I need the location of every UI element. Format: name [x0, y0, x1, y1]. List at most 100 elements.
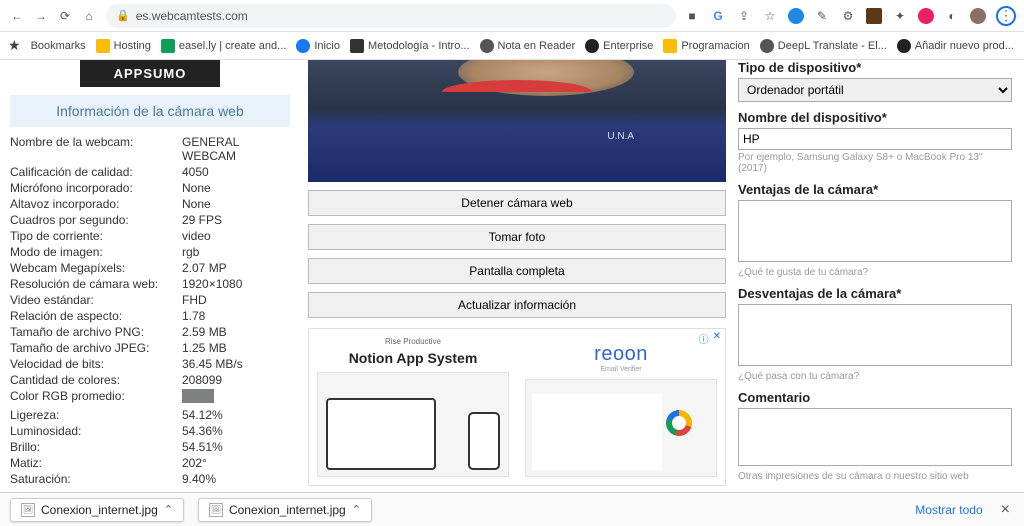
home-button[interactable]: ⌂ [80, 7, 98, 25]
star-icon[interactable]: ☆ [762, 8, 778, 24]
ext-blue-icon[interactable] [788, 8, 804, 24]
download-item-1[interactable]: 🖼 Conexion_internet.jpg ⌃ [10, 498, 184, 522]
bookmark-anadir[interactable]: Añadir nuevo prod... [897, 39, 1014, 53]
info-value: 4050 [182, 165, 290, 179]
fullscreen-button[interactable]: Pantalla completa [308, 258, 726, 284]
back-button[interactable]: ← [8, 7, 26, 25]
bookmark-deepl[interactable]: DeepL Translate - El... [760, 39, 887, 53]
download-item-2[interactable]: 🖼 Conexion_internet.jpg ⌃ [198, 498, 372, 522]
disadvantages-textarea[interactable] [738, 304, 1012, 366]
advantages-label: Ventajas de la cámara* [738, 182, 1012, 197]
page-content: APPSUMO Información de la cámara web Nom… [0, 60, 1024, 492]
info-label: Ligereza: [10, 408, 182, 422]
favicon-icon [350, 39, 364, 53]
url-bar[interactable]: 🔒 es.webcamtests.com [106, 4, 676, 28]
info-row: Velocidad de bits:36.45 MB/s [10, 356, 290, 372]
info-value: GENERAL WEBCAM [182, 135, 290, 163]
info-label: Velocidad de bits: [10, 357, 182, 371]
info-label: Matiz: [10, 456, 182, 470]
bookmark-inicio[interactable]: Inicio [296, 39, 340, 53]
info-row: Micrófono incorporado:None [10, 180, 290, 196]
fb-icon [296, 39, 310, 53]
disadvantages-label: Desventajas de la cámara* [738, 286, 1012, 301]
show-all-downloads[interactable]: Mostrar todo [915, 503, 982, 517]
bookmark-metodologia[interactable]: Metodología - Intro... [350, 39, 470, 53]
ext-pink-icon[interactable] [918, 8, 934, 24]
favicon-icon [161, 39, 175, 53]
bookmarks-star-icon[interactable]: ★ [8, 37, 21, 54]
video-ext-icon[interactable]: ■ [684, 8, 700, 24]
info-label: Luminosidad: [10, 424, 182, 438]
info-value: 54.51% [182, 440, 290, 454]
ext-brown-icon[interactable] [866, 8, 882, 24]
info-value: 29 FPS [182, 213, 290, 227]
browser-menu-icon[interactable]: ⋮ [996, 6, 1016, 26]
reload-button[interactable]: ⟳ [56, 7, 74, 25]
profile-avatar[interactable] [970, 8, 986, 24]
info-label: Nombre de la webcam: [10, 135, 182, 163]
file-icon: 🖼 [209, 503, 223, 517]
info-label: Modo de imagen: [10, 245, 182, 259]
bookmark-easelly[interactable]: easel.ly | create and... [161, 39, 286, 53]
info-row: Webcam Megapíxels:2.07 MP [10, 260, 290, 276]
settings-ext-icon[interactable]: ⚙ [840, 8, 856, 24]
info-value: 54.36% [182, 424, 290, 438]
comment-textarea[interactable] [738, 408, 1012, 466]
pen-ext-icon[interactable]: ✎ [814, 8, 830, 24]
browser-toolbar: ← → ⟳ ⌂ 🔒 es.webcamtests.com ■ G ⇪ ☆ ✎ ⚙… [0, 0, 1024, 32]
preview-collar [442, 80, 592, 120]
info-value: 1920×1080 [182, 277, 290, 291]
appsumo-badge[interactable]: APPSUMO [80, 60, 220, 87]
bookmark-hosting[interactable]: Hosting [96, 39, 151, 53]
bookmark-bookmarks[interactable]: Bookmarks [31, 40, 86, 52]
bookmark-nota[interactable]: Nota en Reader [480, 39, 576, 53]
webcam-info-table: Nombre de la webcam:GENERAL WEBCAMCalifi… [10, 134, 290, 487]
bookmark-enterprise[interactable]: Enterprise [585, 39, 653, 53]
refresh-info-button[interactable]: Actualizar información [308, 292, 726, 318]
stop-camera-button[interactable]: Detener cámara web [308, 190, 726, 216]
ad-left[interactable]: Rise Productive Notion App System [309, 329, 517, 485]
chevron-up-icon[interactable]: ⌃ [352, 503, 361, 516]
info-value: video [182, 229, 290, 243]
ad-mockup [317, 372, 509, 477]
webcam-info-panel: APPSUMO Información de la cámara web Nom… [0, 60, 300, 492]
google-ext-icon[interactable]: G [710, 8, 726, 24]
ad-reoon-title: reoon [594, 343, 648, 366]
info-label: Cuadros por segundo: [10, 213, 182, 227]
center-panel: U.N.A Detener cámara web Tomar foto Pant… [300, 60, 734, 492]
close-downloads-bar[interactable]: × [997, 501, 1014, 519]
favicon-icon [897, 39, 911, 53]
ext-misc-icon[interactable]: ◐ [944, 8, 960, 24]
take-photo-button[interactable]: Tomar foto [308, 224, 726, 250]
chevron-up-icon[interactable]: ⌃ [164, 503, 173, 516]
device-name-input[interactable] [738, 128, 1012, 150]
device-type-select[interactable]: Ordenador portátil [738, 78, 1012, 102]
nav-buttons: ← → ⟳ ⌂ [8, 7, 98, 25]
info-row: Resolución de cámara web:1920×1080 [10, 276, 290, 292]
info-label: Relación de aspecto: [10, 309, 182, 323]
advantages-textarea[interactable] [738, 200, 1012, 262]
forward-button[interactable]: → [32, 7, 50, 25]
device-type-label: Tipo de dispositivo* [738, 60, 1012, 75]
ad-reoon-sub: Email Verifier [600, 366, 641, 373]
info-value: rgb [182, 245, 290, 259]
info-row: Ligereza:54.12% [10, 407, 290, 423]
download-filename: Conexion_internet.jpg [229, 503, 346, 517]
info-row: Relación de aspecto:1.78 [10, 308, 290, 324]
ad-right[interactable]: reoon Email Verifier [517, 329, 725, 485]
info-value: FHD [182, 293, 290, 307]
downloads-bar: 🖼 Conexion_internet.jpg ⌃ 🖼 Conexion_int… [0, 492, 1024, 526]
color-swatch [182, 389, 214, 403]
share-icon[interactable]: ⇪ [736, 8, 752, 24]
info-label: Color RGB promedio: [10, 389, 182, 406]
shirt-logo-text: U.N.A [607, 131, 634, 142]
favicon-icon [760, 39, 774, 53]
puzzle-icon[interactable]: ✦ [892, 8, 908, 24]
info-row: Altavoz incorporado:None [10, 196, 290, 212]
info-value [182, 389, 290, 406]
info-value: 202° [182, 456, 290, 470]
info-value: 36.45 MB/s [182, 357, 290, 371]
device-name-hint: Por ejemplo, Samsung Galaxy S8+ o MacBoo… [738, 152, 1012, 174]
bookmark-programacion[interactable]: Programacion [663, 39, 749, 53]
webcam-info-header: Información de la cámara web [10, 95, 290, 128]
